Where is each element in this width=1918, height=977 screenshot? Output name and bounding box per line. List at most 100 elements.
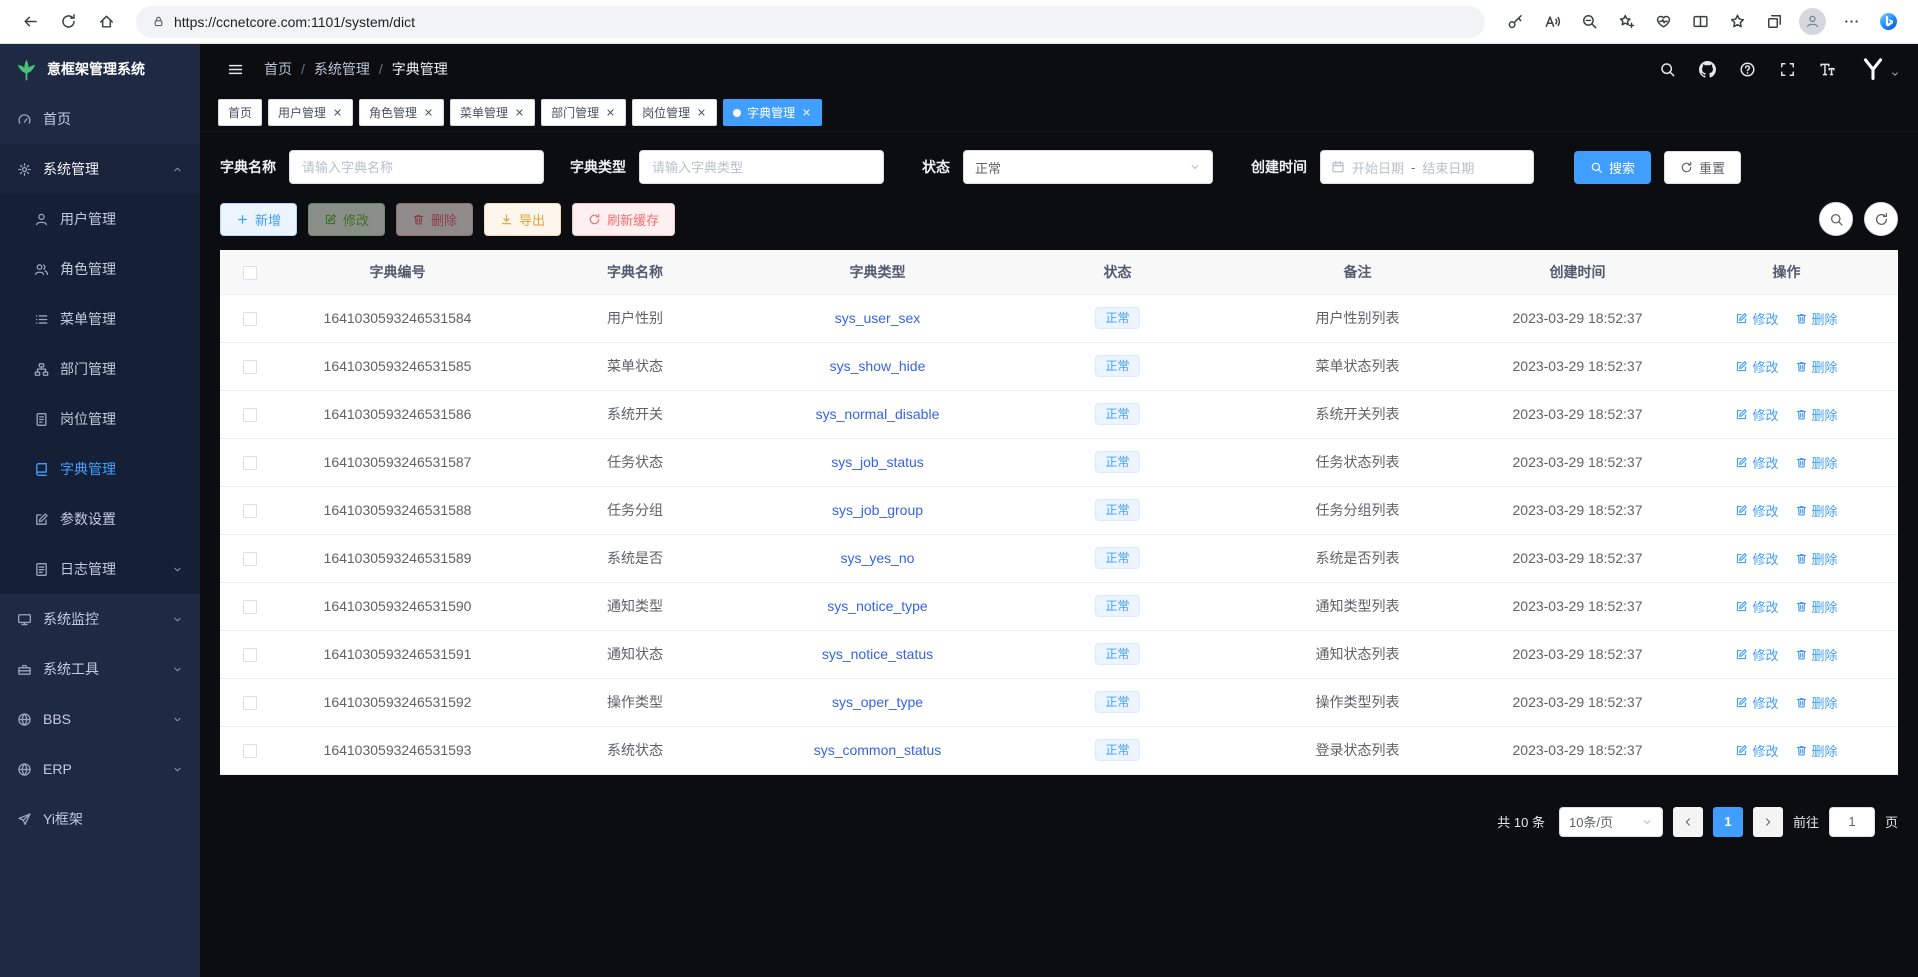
dict-type-link[interactable]: sys_job_group — [832, 502, 923, 518]
tab-menu[interactable]: 菜单管理 — [450, 99, 535, 126]
sidebar-item-yi-framework[interactable]: Yi框架 — [0, 794, 200, 844]
row-delete-button[interactable]: 删除 — [1795, 597, 1838, 616]
row-delete-button[interactable]: 删除 — [1795, 645, 1838, 664]
sidebar-item-system-management[interactable]: 系统管理 — [0, 144, 200, 194]
reset-button[interactable]: 重置 — [1664, 151, 1741, 184]
sidebar-item-post-management[interactable]: 岗位管理 — [0, 394, 200, 444]
font-size-button[interactable] — [1810, 52, 1844, 86]
browser-refresh-button[interactable] — [50, 5, 86, 39]
row-edit-button[interactable]: 修改 — [1735, 501, 1778, 520]
tab-post[interactable]: 岗位管理 — [632, 99, 717, 126]
refresh-cache-button[interactable]: 刷新缓存 — [572, 203, 675, 236]
delete-button[interactable]: 删除 — [396, 203, 473, 236]
sidebar-item-menu-management[interactable]: 菜单管理 — [0, 294, 200, 344]
row-delete-button[interactable]: 删除 — [1795, 549, 1838, 568]
browser-back-button[interactable] — [12, 5, 48, 39]
tab-close-icon[interactable] — [423, 107, 434, 118]
row-checkbox[interactable] — [243, 408, 257, 422]
row-edit-button[interactable]: 修改 — [1735, 645, 1778, 664]
fullscreen-button[interactable] — [1770, 52, 1804, 86]
sidebar-item-home[interactable]: 首页 — [0, 94, 200, 144]
dict-type-link[interactable]: sys_user_sex — [835, 310, 921, 326]
select-all-checkbox[interactable] — [243, 266, 257, 280]
sidebar-item-erp[interactable]: ERP — [0, 744, 200, 794]
refresh-table-button[interactable] — [1864, 202, 1898, 236]
sidebar-item-bbs[interactable]: BBS — [0, 694, 200, 744]
tab-close-icon[interactable] — [514, 107, 525, 118]
sidebar-toggle-button[interactable] — [218, 52, 252, 86]
zoom-button[interactable] — [1571, 5, 1607, 39]
row-checkbox[interactable] — [243, 504, 257, 518]
page-1-button[interactable]: 1 — [1713, 807, 1743, 837]
dict-type-link[interactable]: sys_normal_disable — [816, 406, 940, 422]
row-delete-button[interactable]: 删除 — [1795, 741, 1838, 760]
sidebar-item-log-management[interactable]: 日志管理 — [0, 544, 200, 594]
row-edit-button[interactable]: 修改 — [1735, 549, 1778, 568]
tab-home[interactable]: 首页 — [218, 99, 262, 126]
tab-close-icon[interactable] — [696, 107, 707, 118]
github-button[interactable] — [1690, 52, 1724, 86]
read-aloud-button[interactable] — [1534, 5, 1570, 39]
row-checkbox[interactable] — [243, 312, 257, 326]
tab-dict[interactable]: 字典管理 — [723, 99, 822, 126]
status-select[interactable]: 正常 — [963, 150, 1213, 184]
sidebar-item-role-management[interactable]: 角色管理 — [0, 244, 200, 294]
dict-type-input[interactable] — [639, 150, 884, 184]
favorites-add-button[interactable] — [1608, 5, 1644, 39]
dict-type-link[interactable]: sys_job_status — [831, 454, 924, 470]
sidebar-item-user-management[interactable]: 用户管理 — [0, 194, 200, 244]
add-button[interactable]: 新增 — [220, 203, 297, 236]
tab-close-icon[interactable] — [801, 107, 812, 118]
help-button[interactable] — [1730, 52, 1764, 86]
row-edit-button[interactable]: 修改 — [1735, 405, 1778, 424]
row-edit-button[interactable]: 修改 — [1735, 597, 1778, 616]
row-edit-button[interactable]: 修改 — [1735, 693, 1778, 712]
dict-type-link[interactable]: sys_notice_type — [827, 598, 927, 614]
next-page-button[interactable] — [1753, 807, 1783, 837]
tab-role[interactable]: 角色管理 — [359, 99, 444, 126]
tab-close-icon[interactable] — [605, 107, 616, 118]
sidebar-item-param-settings[interactable]: 参数设置 — [0, 494, 200, 544]
row-checkbox[interactable] — [243, 744, 257, 758]
row-delete-button[interactable]: 删除 — [1795, 453, 1838, 472]
password-key-button[interactable] — [1497, 5, 1533, 39]
dict-type-link[interactable]: sys_yes_no — [841, 550, 915, 566]
row-delete-button[interactable]: 删除 — [1795, 357, 1838, 376]
row-delete-button[interactable]: 删除 — [1795, 693, 1838, 712]
sidebar-item-system-tools[interactable]: 系统工具 — [0, 644, 200, 694]
tab-dept[interactable]: 部门管理 — [541, 99, 626, 126]
breadcrumb-home[interactable]: 首页 — [264, 59, 292, 79]
toggle-search-button[interactable] — [1819, 202, 1853, 236]
row-edit-button[interactable]: 修改 — [1735, 309, 1778, 328]
browser-home-button[interactable] — [88, 5, 124, 39]
page-size-select[interactable]: 10条/页 — [1559, 807, 1663, 837]
row-checkbox[interactable] — [243, 456, 257, 470]
sidebar-item-dict-management[interactable]: 字典管理 — [0, 444, 200, 494]
user-menu[interactable] — [1860, 56, 1900, 82]
sidebar-item-system-monitor[interactable]: 系统监控 — [0, 594, 200, 644]
row-edit-button[interactable]: 修改 — [1735, 357, 1778, 376]
row-edit-button[interactable]: 修改 — [1735, 453, 1778, 472]
address-bar[interactable]: https://ccnetcore.com:1101/system/dict — [136, 6, 1485, 38]
search-button[interactable]: 搜索 — [1574, 151, 1651, 184]
split-screen-button[interactable] — [1682, 5, 1718, 39]
dict-type-link[interactable]: sys_common_status — [814, 742, 942, 758]
row-edit-button[interactable]: 修改 — [1735, 741, 1778, 760]
row-checkbox[interactable] — [243, 360, 257, 374]
row-checkbox[interactable] — [243, 552, 257, 566]
browser-menu-button[interactable] — [1833, 5, 1869, 39]
tab-close-icon[interactable] — [332, 107, 343, 118]
row-checkbox[interactable] — [243, 696, 257, 710]
prev-page-button[interactable] — [1673, 807, 1703, 837]
dict-type-link[interactable]: sys_oper_type — [832, 694, 923, 710]
breadcrumb-system[interactable]: 系统管理 — [314, 59, 370, 79]
favorites-button[interactable] — [1719, 5, 1755, 39]
edit-button[interactable]: 修改 — [308, 203, 385, 236]
row-checkbox[interactable] — [243, 600, 257, 614]
row-delete-button[interactable]: 删除 — [1795, 405, 1838, 424]
date-range-picker[interactable]: 开始日期 - 结束日期 — [1320, 150, 1534, 184]
row-checkbox[interactable] — [243, 648, 257, 662]
bing-chat-button[interactable] — [1870, 5, 1906, 39]
header-search-button[interactable] — [1650, 52, 1684, 86]
browser-essentials-button[interactable] — [1645, 5, 1681, 39]
